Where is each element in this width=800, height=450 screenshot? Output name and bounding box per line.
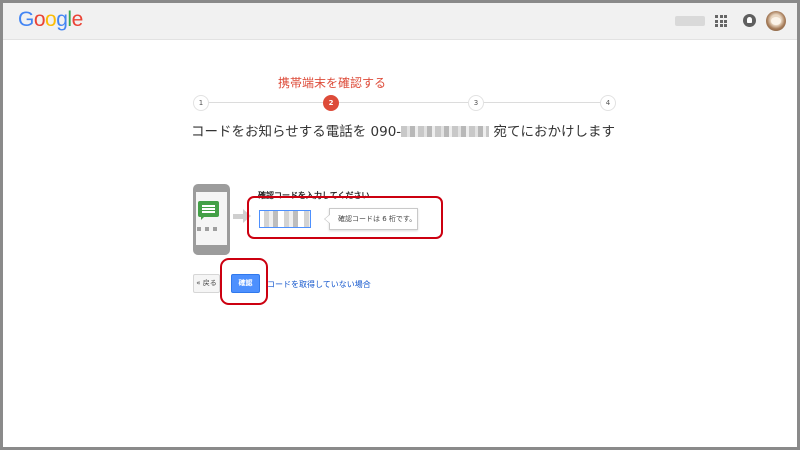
verification-code-input[interactable] [259, 210, 311, 228]
call-notice-heading: コードをお知らせする電話を 090- 宛てにおかけします [191, 125, 621, 140]
message-icon [198, 201, 219, 220]
wizard-step-4: 4 [600, 95, 616, 111]
back-button[interactable]: « 戻る [193, 274, 220, 293]
wizard-step-title: 携帯端末を確認する [278, 76, 387, 90]
confirm-button[interactable]: 確認 [231, 274, 260, 293]
logo-letter: g [56, 8, 68, 31]
google-logo[interactable]: Google [18, 8, 83, 32]
account-name-redacted[interactable] [675, 16, 705, 26]
heading-suffix: 宛てにおかけします [489, 124, 615, 140]
phone-illustration [193, 184, 230, 255]
account-avatar[interactable] [766, 11, 786, 31]
phone-softkeys [197, 227, 220, 231]
logo-letter: G [18, 8, 34, 31]
apps-grid-icon[interactable] [715, 15, 727, 27]
code-input-label: 確認コードを入力してください [258, 191, 370, 200]
logo-letter: o [45, 8, 57, 31]
code-length-hint: 確認コードは 6 桁です。 [324, 208, 418, 230]
wizard-step-3: 3 [468, 95, 484, 111]
google-header-bar: Google [3, 3, 797, 40]
wizard-progress-line [200, 102, 606, 103]
wizard-step-2-current: 2 [323, 95, 339, 111]
logo-letter: e [71, 8, 84, 31]
phone-number-redacted [401, 126, 490, 137]
arrow-right-icon [233, 209, 251, 223]
heading-prefix: コードをお知らせする電話を 090- [191, 124, 402, 140]
notifications-bell-icon[interactable] [743, 14, 756, 27]
logo-letter: o [33, 8, 46, 31]
no-code-link[interactable]: コードを取得していない場合 [267, 279, 371, 290]
browser-page: Google 携帯端末を確認する 1 2 3 4 コードをお知らせする電話を 0… [3, 3, 797, 447]
wizard-step-1: 1 [193, 95, 209, 111]
